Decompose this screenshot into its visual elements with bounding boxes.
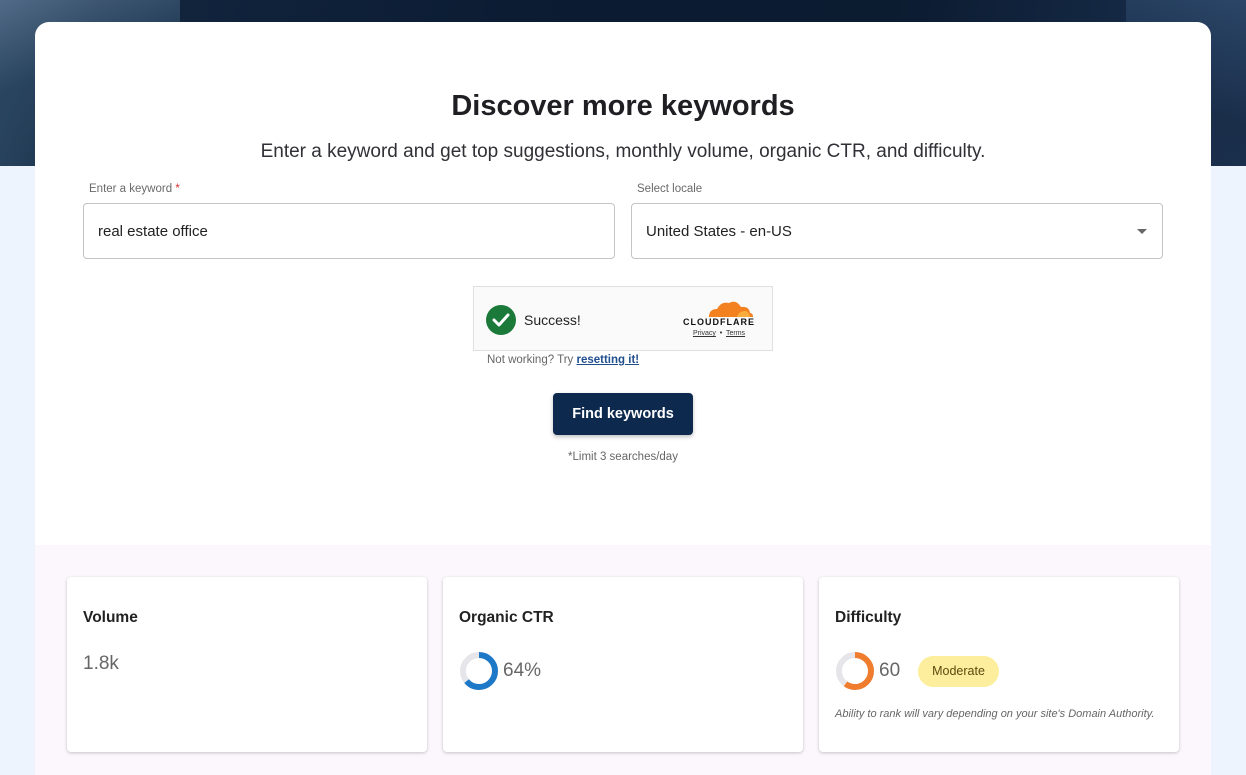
locale-select[interactable]: United States - en-US [631, 203, 1163, 259]
difficulty-note: Ability to rank will vary depending on y… [835, 708, 1155, 720]
difficulty-card: Difficulty 60 Moderate Ability to rank w… [819, 577, 1179, 752]
difficulty-title: Difficulty [835, 609, 902, 626]
captcha-privacy-link[interactable]: Privacy [693, 330, 716, 337]
keyword-input-box[interactable] [83, 203, 615, 259]
ctr-title: Organic CTR [459, 609, 554, 626]
caret-down-icon[interactable] [1137, 229, 1147, 234]
captcha-reset-link[interactable]: resetting it! [576, 354, 639, 366]
captcha-widget[interactable]: Success! CLOUDFLARE Privacy • Terms [473, 286, 773, 351]
captcha-help-text: Not working? Try resetting it! [487, 354, 639, 366]
volume-title: Volume [83, 609, 138, 626]
ctr-card: Organic CTR 64% [443, 577, 803, 752]
volume-card: Volume 1.8k [67, 577, 427, 752]
keyword-input[interactable] [98, 222, 600, 240]
difficulty-badge: Moderate [918, 656, 999, 687]
cloudflare-cloud-icon [709, 301, 753, 317]
search-limit-note: *Limit 3 searches/day [568, 451, 678, 463]
locale-field-label: Select locale [637, 183, 703, 195]
check-circle-icon [486, 305, 516, 335]
captcha-status: Success! [524, 312, 581, 328]
required-mark: * [175, 183, 180, 195]
page-subtitle: Enter a keyword and get top suggestions,… [260, 141, 986, 162]
locale-selected-value: United States - en-US [646, 222, 792, 240]
volume-value: 1.8k [83, 653, 119, 674]
page-title: Discover more keywords [451, 90, 795, 122]
captcha-help-prefix: Not working? Try [487, 354, 574, 366]
ctr-donut-icon [460, 652, 498, 690]
captcha-links: Privacy • Terms [679, 330, 759, 337]
find-keywords-button[interactable]: Find keywords [553, 393, 693, 435]
keyword-label-text: Enter a keyword [89, 183, 173, 195]
cloudflare-wordmark: CLOUDFLARE [683, 317, 755, 327]
keyword-field-label: Enter a keyword * [89, 183, 180, 195]
ctr-value: 64% [503, 660, 542, 681]
difficulty-donut-icon [836, 652, 874, 690]
difficulty-value: 60 [879, 660, 901, 681]
captcha-terms-link[interactable]: Terms [726, 330, 745, 337]
captcha-link-separator: • [719, 330, 723, 337]
